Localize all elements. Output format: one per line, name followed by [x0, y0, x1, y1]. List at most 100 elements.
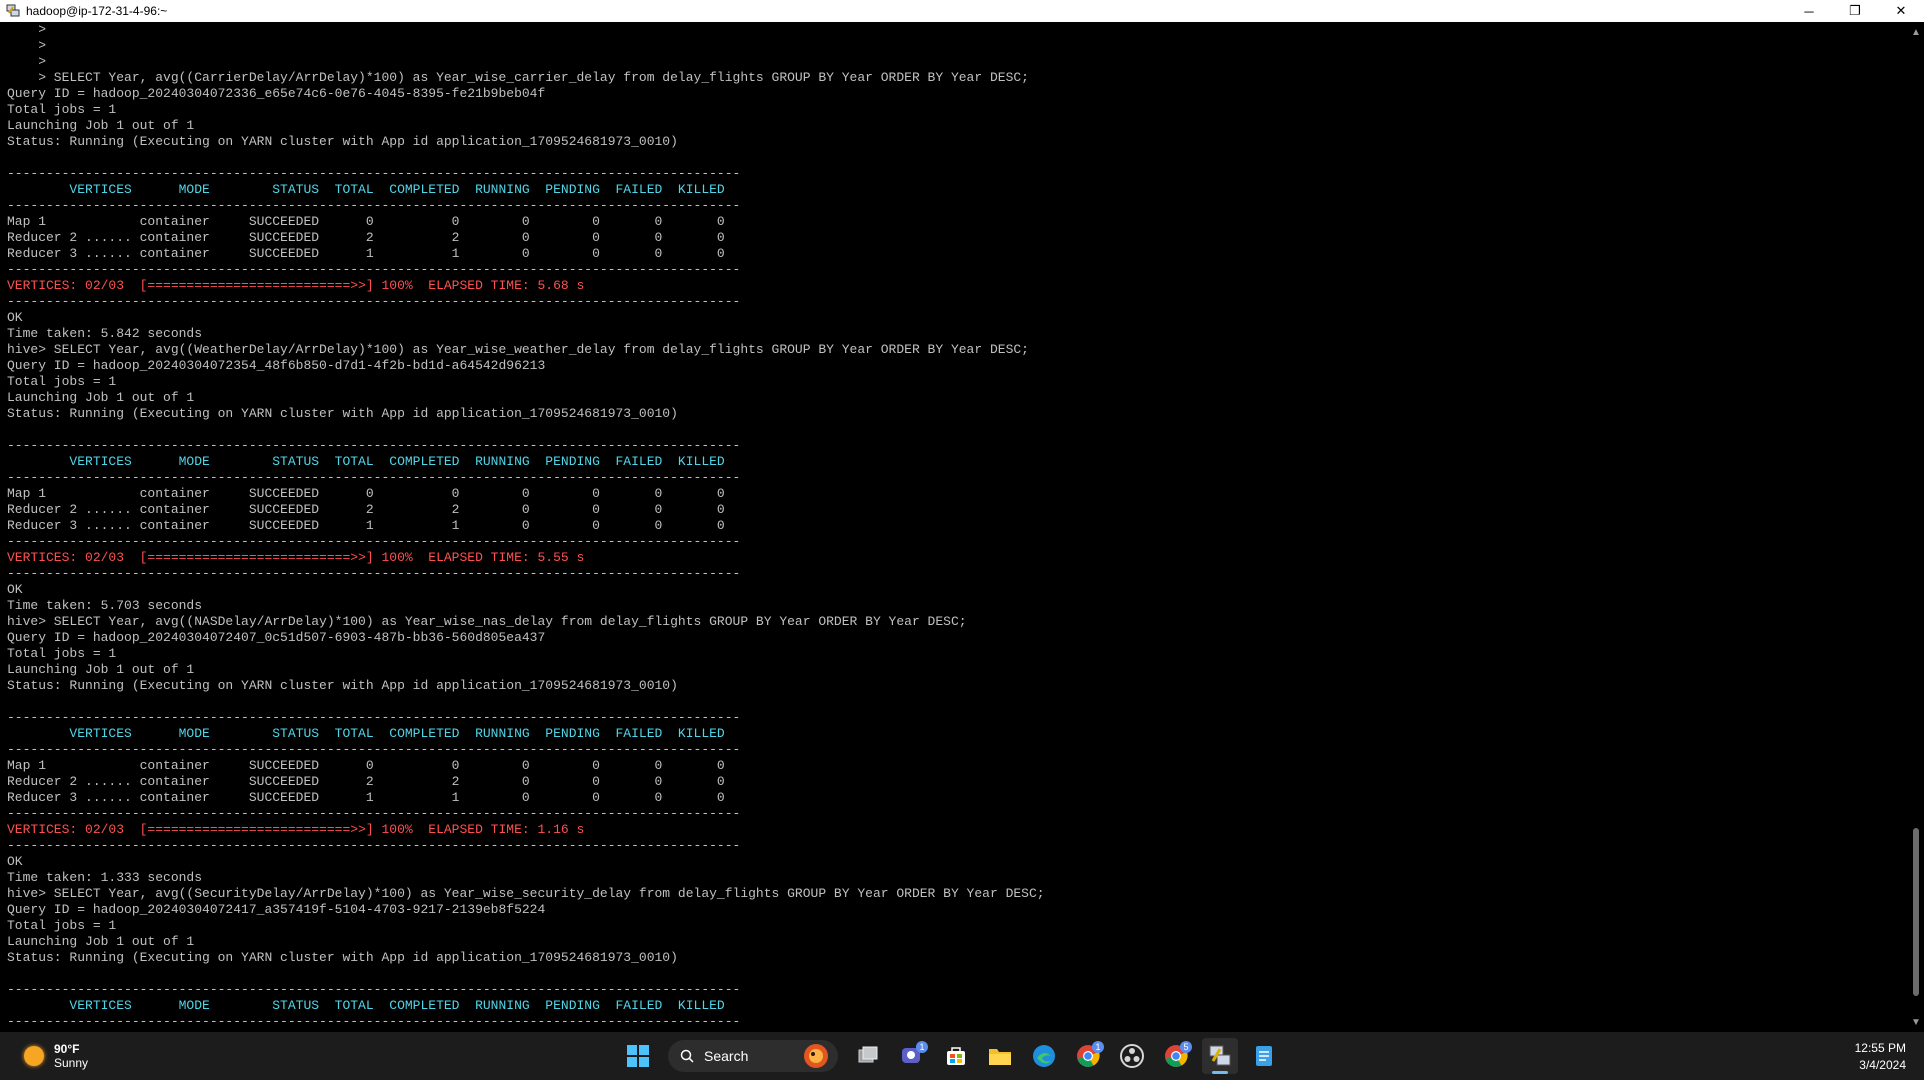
start-icon[interactable]: [620, 1038, 656, 1074]
chrome-badge: 1: [1092, 1041, 1104, 1053]
terminal-line: ----------------------------------------…: [7, 566, 741, 581]
terminal-line: > SELECT Year, avg((CarrierDelay/ArrDela…: [7, 70, 1029, 85]
terminal-line: Query ID = hadoop_20240304072417_a357419…: [7, 902, 546, 917]
terminal-line: ----------------------------------------…: [7, 294, 741, 309]
terminal-line: Reducer 2 ...... container SUCCEEDED 2 2…: [7, 774, 725, 789]
terminal-line: Reducer 2 ...... container SUCCEEDED 2 2…: [7, 502, 725, 517]
terminal-line: hive> SELECT Year, avg((NASDelay/ArrDela…: [7, 614, 967, 629]
chrome-2-icon[interactable]: 5: [1158, 1038, 1194, 1074]
terminal-line: ----------------------------------------…: [7, 198, 741, 213]
terminal-line: Total jobs = 1: [7, 646, 117, 661]
terminal-line: VERTICES: 02/03 [=======================…: [7, 550, 585, 565]
scroll-down-icon[interactable]: ▼: [1908, 1014, 1924, 1030]
terminal-line: VERTICES MODE STATUS TOTAL COMPLETED RUN…: [7, 454, 725, 469]
file-explorer-icon[interactable]: [982, 1038, 1018, 1074]
clock-date: 3/4/2024: [1859, 1058, 1906, 1072]
active-indicator: [1212, 1071, 1228, 1074]
terminal-line: Launching Job 1 out of 1: [7, 118, 195, 133]
putty-icon: [6, 4, 20, 18]
terminal-line: hive> SELECT Year, avg((WeatherDelay/Arr…: [7, 342, 1029, 357]
terminal-line: ----------------------------------------…: [7, 1014, 741, 1029]
terminal-line: Time taken: 1.333 seconds: [7, 870, 203, 885]
terminal-line: ----------------------------------------…: [7, 166, 741, 181]
terminal-line: ----------------------------------------…: [7, 438, 741, 453]
terminal-line: Reducer 3 ...... container SUCCEEDED 1 1…: [7, 518, 725, 533]
minimize-button[interactable]: ─: [1786, 0, 1832, 22]
search-label: Search: [704, 1048, 749, 1064]
close-button[interactable]: ✕: [1878, 0, 1924, 22]
store-icon[interactable]: [938, 1038, 974, 1074]
taskbar-apps: Search 1 1 5: [616, 1036, 1286, 1076]
terminal-line: Time taken: 5.842 seconds: [7, 326, 203, 341]
terminal-line: Launching Job 1 out of 1: [7, 934, 195, 949]
terminal-line: ----------------------------------------…: [7, 534, 741, 549]
task-view-icon[interactable]: [850, 1038, 886, 1074]
terminal-line: Total jobs = 1: [7, 918, 117, 933]
terminal-line: Launching Job 1 out of 1: [7, 662, 195, 677]
search-icon: [680, 1049, 694, 1063]
terminal-lines: > > > > SELECT Year, avg((CarrierDelay/A…: [7, 22, 1045, 1030]
terminal-line: Map 1 container SUCCEEDED 0 0 0 0 0 0: [7, 758, 725, 773]
teams-badge: 1: [916, 1041, 928, 1053]
edge-icon[interactable]: [1026, 1038, 1062, 1074]
terminal-line: >: [7, 54, 47, 69]
terminal-line: Time taken: 5.703 seconds: [7, 598, 203, 613]
terminal-line: Reducer 3 ...... container SUCCEEDED 1 1…: [7, 246, 725, 261]
terminal-line: Query ID = hadoop_20240304072354_48f6b85…: [7, 358, 546, 373]
terminal-line: Status: Running (Executing on YARN clust…: [7, 678, 678, 693]
terminal-line: ----------------------------------------…: [7, 470, 741, 485]
terminal-line: Query ID = hadoop_20240304072336_e65e74c…: [7, 86, 546, 101]
putty-taskbar-icon[interactable]: [1202, 1038, 1238, 1074]
chrome-2-badge: 5: [1180, 1041, 1192, 1053]
terminal-line: VERTICES MODE STATUS TOTAL COMPLETED RUN…: [7, 998, 725, 1013]
terminal-line: VERTICES MODE STATUS TOTAL COMPLETED RUN…: [7, 182, 725, 197]
terminal-line: hive> SELECT Year, avg((SecurityDelay/Ar…: [7, 886, 1045, 901]
scroll-up-icon[interactable]: ▲: [1908, 24, 1924, 40]
restore-button[interactable]: ❐: [1832, 0, 1878, 22]
terminal-line: VERTICES: 02/03 [=======================…: [7, 278, 585, 293]
window-title: hadoop@ip-172-31-4-96:~: [26, 4, 168, 18]
clock-time: 12:55 PM: [1854, 1041, 1906, 1055]
terminal-line: ----------------------------------------…: [7, 742, 741, 757]
scrollbar-thumb[interactable]: [1913, 828, 1919, 996]
terminal-line: Status: Running (Executing on YARN clust…: [7, 406, 678, 421]
terminal-line: Total jobs = 1: [7, 374, 117, 389]
terminal-line: >: [7, 22, 47, 37]
terminal-line: OK: [7, 582, 23, 597]
terminal-line: Status: Running (Executing on YARN clust…: [7, 134, 678, 149]
terminal-line: ----------------------------------------…: [7, 982, 741, 997]
obs-icon[interactable]: [1114, 1038, 1150, 1074]
terminal-line: ----------------------------------------…: [7, 838, 741, 853]
terminal-line: Status: Running (Executing on YARN clust…: [7, 950, 678, 965]
terminal-line: VERTICES MODE STATUS TOTAL COMPLETED RUN…: [7, 726, 725, 741]
terminal-line: OK: [7, 310, 23, 325]
terminal-line: ----------------------------------------…: [7, 262, 741, 277]
terminal-line: ----------------------------------------…: [7, 710, 741, 725]
terminal-line: >: [7, 38, 47, 53]
terminal-line: Map 1 container SUCCEEDED 0 0 0 0 0 0: [7, 486, 725, 501]
terminal-line: Reducer 2 ...... container SUCCEEDED 2 2…: [7, 230, 725, 245]
terminal-line: Total jobs = 1: [7, 102, 117, 117]
taskbar: 90°F Sunny Search 1 1 5 12:55 PM 3/4/202…: [0, 1032, 1924, 1080]
notepad-icon[interactable]: [1246, 1038, 1282, 1074]
terminal-line: Map 1 container SUCCEEDED 0 0 0 0 0 0: [7, 214, 725, 229]
weather-temp: 90°F: [54, 1042, 80, 1056]
chrome-icon[interactable]: 1: [1070, 1038, 1106, 1074]
terminal-line: OK: [7, 854, 23, 869]
window-titlebar[interactable]: hadoop@ip-172-31-4-96:~ ─ ❐ ✕: [0, 0, 1924, 22]
terminal-output[interactable]: > > > > SELECT Year, avg((CarrierDelay/A…: [0, 22, 1908, 1032]
weather-widget[interactable]: 90°F Sunny: [24, 1042, 88, 1070]
system-clock[interactable]: 12:55 PM 3/4/2024: [1855, 1040, 1906, 1074]
widget-icon[interactable]: [798, 1038, 834, 1074]
terminal-line: VERTICES: 02/03 [=======================…: [7, 822, 585, 837]
teams-icon[interactable]: 1: [894, 1038, 930, 1074]
terminal-line: Launching Job 1 out of 1: [7, 390, 195, 405]
sun-icon: [24, 1046, 44, 1066]
terminal-line: Query ID = hadoop_20240304072407_0c51d50…: [7, 630, 546, 645]
terminal-line: ----------------------------------------…: [7, 806, 741, 821]
vertical-scrollbar[interactable]: ▲ ▼: [1908, 22, 1924, 1032]
